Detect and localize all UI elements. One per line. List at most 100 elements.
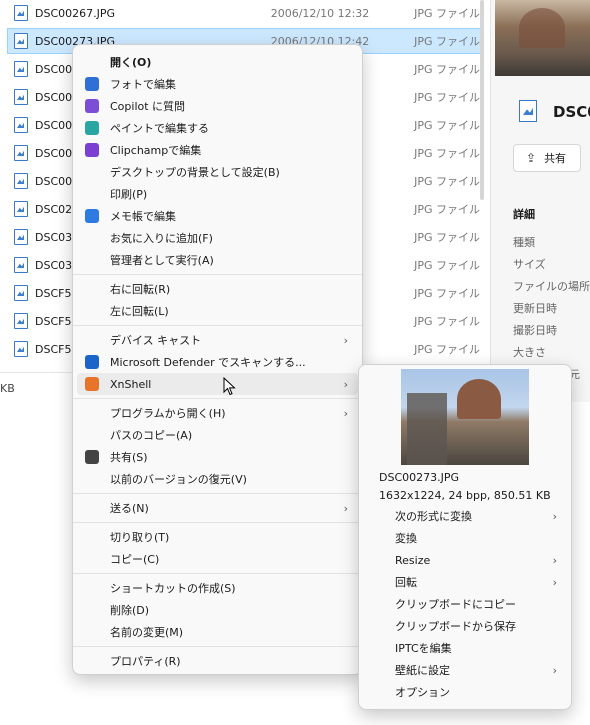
menu-item-1[interactable]: フォトで編集 — [77, 73, 358, 95]
detail-property-label: 撮影日時 — [513, 324, 557, 337]
image-file-icon — [14, 173, 28, 189]
details-heading: 詳細 — [513, 208, 535, 221]
menu-item-label: 削除(D) — [110, 604, 150, 617]
submenu-item[interactable]: IPTCを編集 — [363, 637, 567, 659]
details-pane: DSC0 ⇪ 共有 詳細 種類サイズファイルの場所更新日時撮影日時大きさ元 — [490, 0, 590, 402]
menu-item-12[interactable]: 左に回転(L) — [77, 300, 358, 322]
image-file-icon — [14, 285, 28, 301]
submenu-item-label: 次の形式に変換 — [395, 510, 472, 523]
submenu-item-label: オプション — [395, 686, 450, 699]
submenu-item[interactable]: 変換 — [363, 527, 567, 549]
image-file-icon — [14, 33, 28, 49]
menu-separator — [73, 325, 362, 326]
file-type: JPG ファイル — [414, 35, 480, 48]
image-file-icon — [14, 313, 28, 329]
chevron-right-icon: › — [343, 406, 348, 420]
image-file-icon — [14, 89, 28, 105]
file-type: JPG ファイル — [414, 343, 480, 356]
file-type: JPG ファイル — [414, 175, 480, 188]
file-name: DSC00267.JPG — [35, 6, 116, 20]
menu-separator — [73, 493, 362, 494]
menu-item-label: 共有(S) — [110, 451, 148, 464]
file-type: JPG ファイル — [414, 63, 480, 76]
menu-item-label: 以前のバージョンの復元(V) — [110, 473, 247, 486]
submenu-item[interactable]: クリップボードから保存 — [363, 615, 567, 637]
menu-item-label: 管理者として実行(A) — [110, 254, 214, 267]
menu-item-19[interactable]: パスのコピー(A) — [77, 424, 358, 446]
menu-item-5[interactable]: デスクトップの背景として設定(B) — [77, 161, 358, 183]
image-file-icon — [519, 100, 537, 122]
share-button[interactable]: ⇪ 共有 — [513, 144, 581, 172]
menu-item-label: 印刷(P) — [110, 188, 148, 201]
submenu-item[interactable]: 次の形式に変換 › — [363, 505, 567, 527]
menu-item-4[interactable]: Clipchampで編集 — [77, 139, 358, 161]
menu-item-label: ショートカットの作成(S) — [110, 582, 236, 595]
menu-item-28[interactable]: ショートカットの作成(S) — [77, 577, 358, 599]
menu-item-0[interactable]: 開く(O) — [77, 51, 358, 73]
menu-item-23[interactable]: 送る(N) › — [77, 497, 358, 519]
submenu-item[interactable]: クリップボードにコピー — [363, 593, 567, 615]
menu-item-11[interactable]: 右に回転(R) — [77, 278, 358, 300]
menu-item-label: Copilot に質問 — [110, 100, 186, 113]
image-file-icon — [14, 341, 28, 357]
menu-item-label: XnShell — [110, 377, 152, 391]
menu-item-21[interactable]: 以前のバージョンの復元(V) — [77, 468, 358, 490]
image-file-icon — [14, 5, 28, 21]
image-file-icon — [14, 229, 28, 245]
vertical-scrollbar[interactable] — [480, 0, 484, 200]
preview-file-info: 1632x1224, 24 bpp, 850.51 KB — [379, 489, 551, 502]
menu-item-6[interactable]: 印刷(P) — [77, 183, 358, 205]
file-type: JPG ファイル — [414, 119, 480, 132]
menu-item-25[interactable]: 切り取り(T) — [77, 526, 358, 548]
menu-item-7[interactable]: メモ帳で編集 — [77, 205, 358, 227]
menu-item-label: Microsoft Defender でスキャンする... — [110, 356, 306, 369]
menu-item-20[interactable]: 共有(S) — [77, 446, 358, 468]
preview-image — [495, 0, 590, 76]
menu-item-9[interactable]: 管理者として実行(A) — [77, 249, 358, 271]
context-menu: 開く(O) フォトで編集 Copilot に質問ペイントで編集する Clipchamp… — [72, 44, 363, 675]
menu-item-label: 開く(O) — [110, 56, 152, 69]
menu-item-15[interactable]: Microsoft Defender でスキャンする... — [77, 351, 358, 373]
menu-item-label: ペイントで編集する — [110, 122, 209, 135]
menu-item-label: フォトで編集 — [110, 78, 176, 91]
submenu-item-label: 変換 — [395, 532, 417, 545]
menu-item-3[interactable]: ペイントで編集する — [77, 117, 358, 139]
file-type: JPG ファイル — [414, 7, 480, 20]
file-type: JPG ファイル — [414, 259, 480, 272]
chevron-right-icon: › — [552, 663, 557, 677]
file-type: JPG ファイル — [414, 315, 480, 328]
menu-item-26[interactable]: コピー(C) — [77, 548, 358, 570]
submenu-item[interactable]: オプション — [363, 681, 567, 703]
submenu-item-label: 回転 — [395, 576, 417, 589]
detail-property-label: 種類 — [513, 236, 535, 249]
submenu-item[interactable]: Resize › — [363, 549, 567, 571]
menu-item-16[interactable]: XnShell › — [77, 373, 358, 395]
menu-item-14[interactable]: デバイス キャスト › — [77, 329, 358, 351]
share-label: 共有 — [544, 152, 567, 165]
detail-property-label: 大きさ — [513, 346, 546, 359]
submenu-item[interactable]: 回転 › — [363, 571, 567, 593]
menu-item-2[interactable]: Copilot に質問 — [77, 95, 358, 117]
menu-item-label: メモ帳で編集 — [110, 210, 176, 223]
menu-item-29[interactable]: 削除(D) — [77, 599, 358, 621]
detail-property-label: 更新日時 — [513, 302, 557, 315]
menu-separator — [73, 573, 362, 574]
chevron-right-icon: › — [343, 377, 348, 391]
chevron-right-icon: › — [552, 575, 557, 589]
submenu-item-label: クリップボードから保存 — [395, 620, 516, 633]
submenu-item[interactable]: 壁紙に設定 › — [363, 659, 567, 681]
file-row[interactable]: DSC00267.JPG 2006/12/10 12:32 JPG ファイル — [8, 1, 480, 25]
menu-item-label: 切り取り(T) — [110, 531, 170, 544]
detail-property-label: ファイルの場所 — [513, 280, 590, 293]
menu-item-label: 左に回転(L) — [110, 305, 169, 318]
menu-item-18[interactable]: プログラムから開く(H) › — [77, 402, 358, 424]
file-type: JPG ファイル — [414, 147, 480, 160]
submenu-item-label: 壁紙に設定 — [395, 664, 450, 677]
menu-separator — [73, 522, 362, 523]
menu-item-32[interactable]: プロパティ(R) — [77, 650, 358, 672]
menu-item-8[interactable]: お気に入りに追加(F) — [77, 227, 358, 249]
menu-separator — [73, 274, 362, 275]
preview-file-name: DSC00273.JPG — [379, 471, 460, 484]
menu-item-30[interactable]: 名前の変更(M) — [77, 621, 358, 643]
xnshell-submenu: DSC00273.JPG 1632x1224, 24 bpp, 850.51 K… — [358, 364, 572, 710]
